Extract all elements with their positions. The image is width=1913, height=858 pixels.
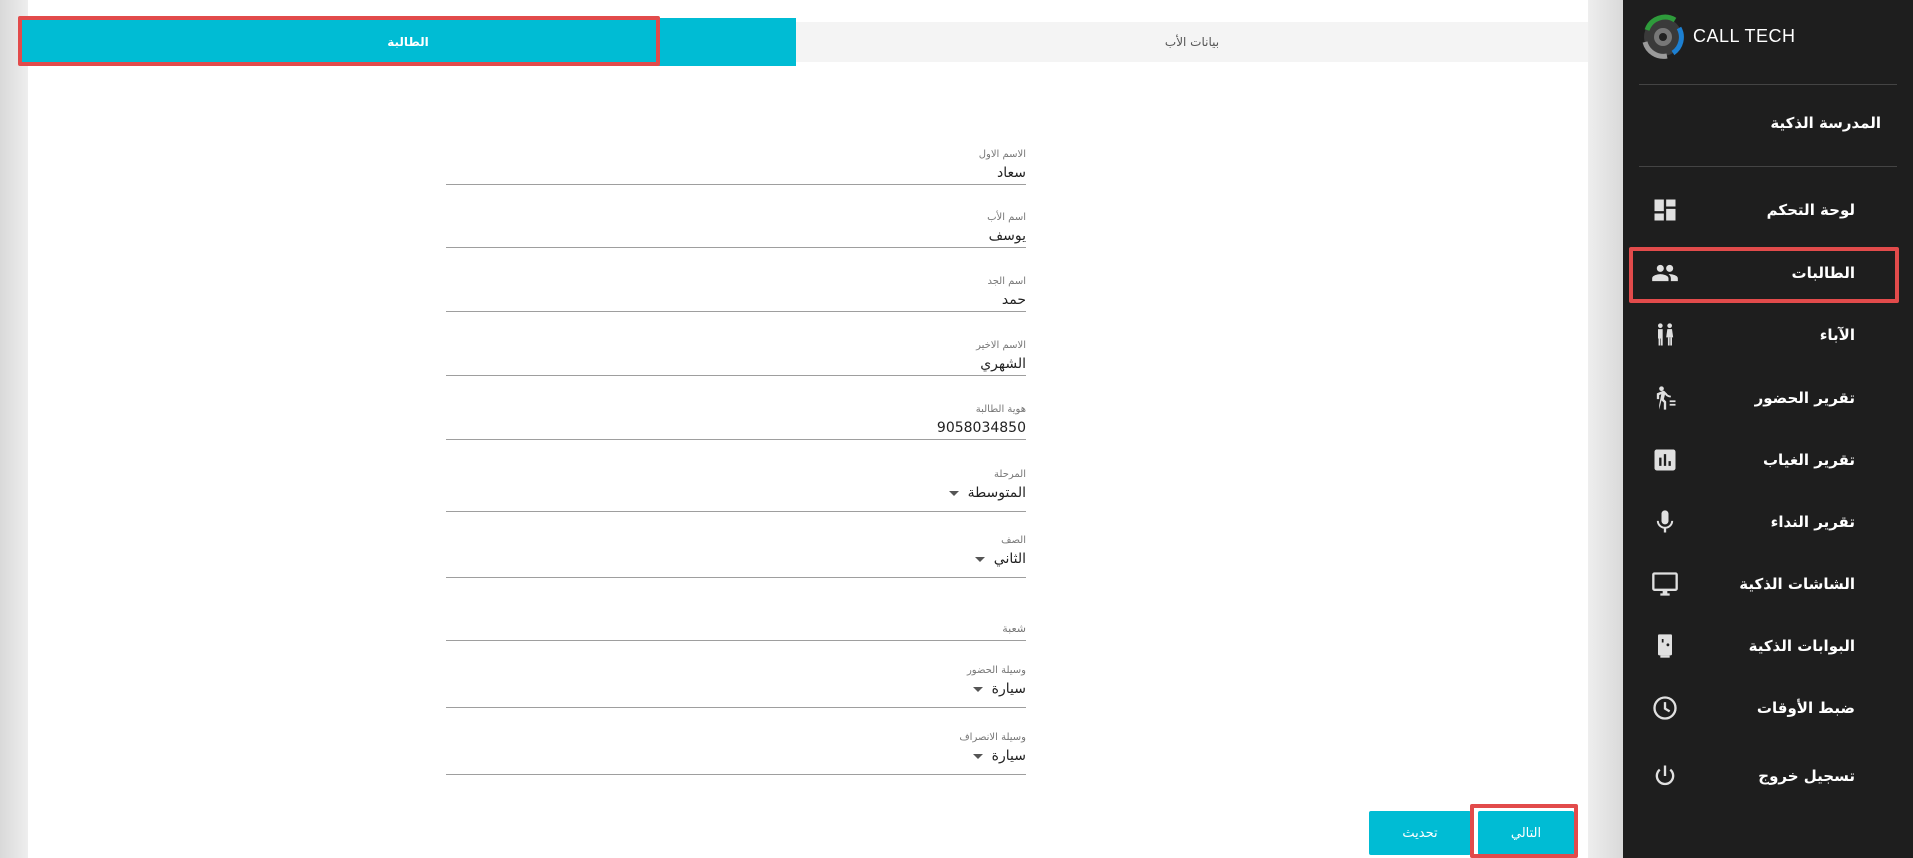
- dropdown-arrow-icon: [973, 753, 984, 759]
- bar-chart-icon: [1651, 446, 1679, 474]
- sidebar-item-call-report[interactable]: تقرير النداء: [1639, 496, 1897, 548]
- last-name-value[interactable]: الشهري: [446, 353, 1026, 375]
- brand-name: CALL TECH: [1693, 25, 1796, 46]
- sidebar-item-absence-report[interactable]: تقرير الغياب: [1639, 434, 1897, 486]
- arrival-method-label: وسيلة الحضور: [966, 665, 1026, 676]
- door-icon: [1651, 632, 1679, 660]
- sidebar: CALL TECH المدرسة الذكية لوحة التحكم الط…: [1623, 0, 1913, 858]
- mic-icon: [1651, 508, 1679, 536]
- sidebar-item-time-settings[interactable]: ضبط الأوقات: [1639, 682, 1897, 734]
- logo-icon: [1641, 12, 1685, 60]
- stage-value-row: المتوسطة: [446, 482, 1026, 504]
- divider: [1639, 84, 1897, 85]
- power-icon: [1651, 762, 1679, 790]
- sidebar-item-label: تقرير الغياب: [1762, 451, 1855, 469]
- sidebar-item-label: البوابات الذكية: [1748, 637, 1855, 655]
- tab-bar: بيانات الأب الطالبة: [20, 18, 1588, 66]
- update-button[interactable]: تحديث: [1369, 811, 1471, 855]
- sidebar-item-attendance-report[interactable]: تقرير الحضور: [1639, 372, 1897, 424]
- sidebar-item-label: لوحة التحكم: [1766, 201, 1855, 219]
- family-icon: [1651, 321, 1679, 349]
- tab-student[interactable]: الطالبة: [20, 18, 796, 66]
- sidebar-item-label: تسجيل خروج: [1758, 767, 1855, 785]
- dropdown-arrow-icon: [973, 686, 984, 692]
- dashboard-icon: [1651, 196, 1679, 224]
- sidebar-item-label: الشاشات الذكية: [1739, 575, 1855, 593]
- grade-value: الثاني: [993, 551, 1026, 567]
- arrival-value-row: سيارة: [446, 678, 1026, 700]
- father-name-field[interactable]: اسم الأب يوسف: [446, 211, 1026, 248]
- section-placeholder: شعبة: [1002, 622, 1026, 635]
- grandfather-name-value[interactable]: حمد: [446, 289, 1026, 311]
- sidebar-item-label: الآباء: [1819, 326, 1855, 344]
- stage-value: المتوسطة: [967, 485, 1026, 501]
- sidebar-item-dashboard[interactable]: لوحة التحكم: [1639, 184, 1897, 236]
- sidebar-item-label: الطالبات: [1791, 264, 1855, 282]
- first-name-value[interactable]: سعاد: [446, 162, 1026, 184]
- student-id-value[interactable]: 9058034850: [446, 417, 1026, 439]
- dropdown-arrow-icon: [975, 556, 986, 562]
- sidebar-item-label: تقرير الحضور: [1754, 389, 1855, 407]
- clock-icon: [1651, 694, 1679, 722]
- school-title: المدرسة الذكية: [1770, 114, 1881, 132]
- divider: [1639, 166, 1897, 167]
- last-name-label: الاسم الاخير: [976, 340, 1026, 351]
- tab-parent-data[interactable]: بيانات الأب: [796, 22, 1588, 62]
- grandfather-name-label: اسم الجد: [987, 276, 1026, 287]
- father-name-value[interactable]: يوسف: [446, 225, 1026, 247]
- next-button[interactable]: التالي: [1478, 811, 1574, 855]
- stage-label: المرحلة: [994, 469, 1026, 480]
- sidebar-item-smart-gates[interactable]: البوابات الذكية: [1639, 620, 1897, 672]
- grade-select[interactable]: الصف الثاني: [446, 534, 1026, 578]
- departure-method-value: سيارة: [991, 748, 1026, 764]
- grade-label: الصف: [1001, 535, 1026, 546]
- first-name-label: الاسم الاول: [978, 149, 1026, 160]
- student-id-field[interactable]: هوية الطالبة 9058034850: [446, 403, 1026, 440]
- student-id-label: هوية الطالبة: [975, 404, 1026, 415]
- sidebar-item-label: ضبط الأوقات: [1756, 699, 1855, 717]
- arrival-method-value: سيارة: [991, 681, 1026, 697]
- monitor-icon: [1651, 570, 1679, 598]
- people-icon: [1651, 259, 1679, 287]
- main-content: بيانات الأب الطالبة الاسم الاول سعاد اسم…: [18, 0, 1588, 858]
- father-name-label: اسم الأب: [987, 212, 1026, 223]
- brand-logo[interactable]: CALL TECH: [1641, 12, 1796, 60]
- grade-value-row: الثاني: [446, 548, 1026, 570]
- last-name-field[interactable]: الاسم الاخير الشهري: [446, 339, 1026, 376]
- departure-method-select[interactable]: وسيلة الانصراف سيارة: [446, 731, 1026, 775]
- left-gutter: [0, 0, 28, 858]
- sidebar-item-smart-screens[interactable]: الشاشات الذكية: [1639, 558, 1897, 610]
- section-field[interactable]: شعبة: [446, 618, 1026, 641]
- right-gutter: [1588, 0, 1623, 858]
- first-name-field[interactable]: الاسم الاول سعاد: [446, 148, 1026, 185]
- sidebar-item-logout[interactable]: تسجيل خروج: [1639, 750, 1897, 802]
- departure-value-row: سيارة: [446, 745, 1026, 767]
- sidebar-item-label: تقرير النداء: [1770, 513, 1855, 531]
- dropdown-arrow-icon: [949, 490, 960, 496]
- sidebar-item-parents[interactable]: الآباء: [1639, 309, 1897, 361]
- walk-icon: [1651, 384, 1679, 412]
- sidebar-item-students[interactable]: الطالبات: [1639, 247, 1897, 299]
- stage-select[interactable]: المرحلة المتوسطة: [446, 468, 1026, 512]
- grandfather-name-field[interactable]: اسم الجد حمد: [446, 275, 1026, 312]
- departure-method-label: وسيلة الانصراف: [959, 732, 1026, 743]
- arrival-method-select[interactable]: وسيلة الحضور سيارة: [446, 664, 1026, 708]
